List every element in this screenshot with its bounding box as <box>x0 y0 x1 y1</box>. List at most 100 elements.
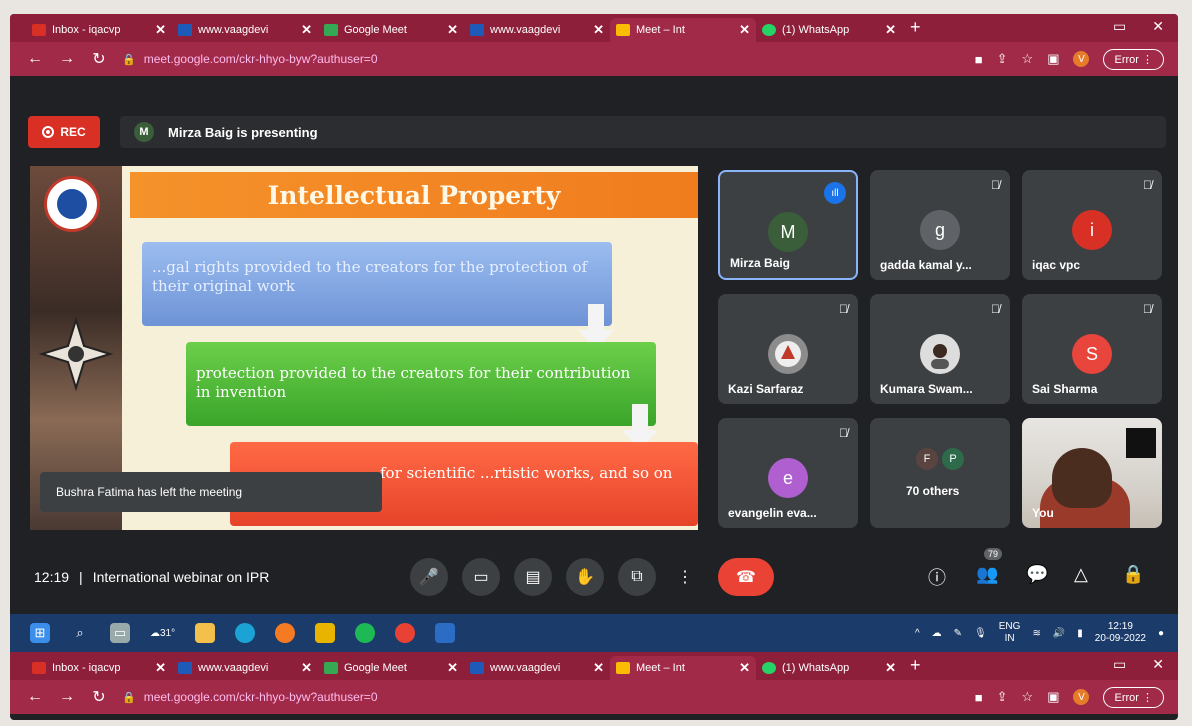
mic-off-icon: 🎙̸ <box>1143 178 1152 192</box>
profile-avatar[interactable]: V <box>1073 689 1090 705</box>
participant-avatar: g <box>920 210 960 250</box>
star-icon[interactable]: ☆ <box>1022 51 1034 67</box>
tab-vaagdevi-1[interactable]: www.vaagdevi ✕ <box>172 18 318 42</box>
back-icon[interactable]: ← <box>26 688 44 706</box>
notification-icon[interactable]: ● <box>1158 628 1164 639</box>
star-icon[interactable]: ☆ <box>1022 689 1034 705</box>
tab-whatsapp[interactable]: (1) WhatsApp ✕ <box>756 18 902 42</box>
tab-vaagdevi-1[interactable]: www.vaagdevi ✕ <box>172 656 318 680</box>
taskbar-clock[interactable]: 12:19 20-09-2022 <box>1095 621 1146 645</box>
participant-tile[interactable]: S 🎙̸ Sai Sharma <box>1022 294 1162 404</box>
close-icon[interactable]: ✕ <box>885 660 896 676</box>
close-icon[interactable]: ✕ <box>447 22 458 38</box>
tab-whatsapp[interactable]: (1) WhatsApp ✕ <box>756 656 902 680</box>
info-icon[interactable]: ⓘ <box>928 564 946 590</box>
close-icon[interactable]: ✕ <box>739 22 750 38</box>
wifi-icon[interactable]: ≋ <box>1032 628 1040 639</box>
close-window-icon[interactable]: ✕ <box>1152 656 1164 673</box>
sidebar-icon[interactable]: ▣ <box>1047 689 1059 705</box>
chrome-icon[interactable] <box>395 623 416 643</box>
participant-tile[interactable]: g 🎙̸ gadda kamal y... <box>870 170 1010 280</box>
participant-tile[interactable]: e 🎙̸ evangelin eva... <box>718 418 858 528</box>
slide-box-patent: protection provided to the creators for … <box>186 342 656 426</box>
leave-call-button[interactable]: ☎ <box>718 558 774 596</box>
camera-icon[interactable]: ■ <box>975 690 983 705</box>
self-view-tile[interactable]: You <box>1022 418 1162 528</box>
new-tab-button[interactable]: + <box>902 655 929 680</box>
app-icon[interactable] <box>435 623 456 643</box>
reload-icon[interactable]: ↻ <box>90 687 108 707</box>
tray-arrow-icon[interactable]: ^ <box>915 628 920 639</box>
slide-title: Intellectual Property <box>130 172 698 218</box>
tab-inbox[interactable]: Inbox - iqacvp ✕ <box>26 656 172 680</box>
windows-start-icon[interactable]: ⊞ <box>30 623 50 643</box>
tab-google-meet[interactable]: Google Meet ✕ <box>318 656 464 680</box>
error-button[interactable]: Error ⋮ <box>1103 48 1164 70</box>
close-icon[interactable]: ✕ <box>593 22 604 38</box>
error-button[interactable]: Error ⋮ <box>1103 686 1164 708</box>
tab-meet-active[interactable]: Meet – Int ✕ <box>610 18 756 42</box>
reload-icon[interactable]: ↻ <box>90 49 108 69</box>
close-icon[interactable]: ✕ <box>739 660 750 676</box>
tab-vaagdevi-2[interactable]: www.vaagdevi ✕ <box>464 656 610 680</box>
participant-tile[interactable]: i 🎙̸ iqac vpc <box>1022 170 1162 280</box>
url-field[interactable]: 🔒 meet.google.com/ckr-hhyo-byw?authuser=0 <box>122 690 902 704</box>
back-icon[interactable]: ← <box>26 50 44 68</box>
language-indicator[interactable]: ENG IN <box>999 621 1021 645</box>
raise-hand-button[interactable]: ✋ <box>566 558 604 596</box>
minimize-icon[interactable]: ▭ <box>1113 656 1126 673</box>
close-icon[interactable]: ✕ <box>301 660 312 676</box>
people-icon[interactable]: 👥 <box>976 564 998 585</box>
tab-meet-active[interactable]: Meet – Int ✕ <box>610 656 756 680</box>
pen-icon[interactable]: ✎ <box>954 628 962 639</box>
forward-icon[interactable]: → <box>58 688 76 706</box>
mic-tray-icon[interactable]: 🎙 <box>974 628 987 639</box>
sidebar-icon[interactable]: ▣ <box>1047 51 1059 67</box>
camera-button[interactable]: ▭ <box>462 558 500 596</box>
battery-icon[interactable]: ▮ <box>1077 628 1083 639</box>
tab-inbox[interactable]: Inbox - iqacvp ✕ <box>26 18 172 42</box>
meeting-time: 12:19 <box>34 569 70 585</box>
tab-google-meet[interactable]: Google Meet ✕ <box>318 18 464 42</box>
presenter-avatar: M <box>134 122 154 142</box>
present-button[interactable]: ⧉ <box>618 558 656 596</box>
close-icon[interactable]: ✕ <box>155 660 166 676</box>
minimize-icon[interactable]: ▭ <box>1113 18 1126 35</box>
mic-button[interactable]: 🎤 <box>410 558 448 596</box>
volume-icon[interactable]: 🔊 <box>1053 628 1065 639</box>
search-icon[interactable]: ⌕ <box>70 623 90 643</box>
close-window-icon[interactable]: ✕ <box>1152 18 1164 35</box>
cloud-icon[interactable]: ☁ <box>932 628 942 639</box>
edge-icon[interactable] <box>235 623 256 643</box>
captions-button[interactable]: ▤ <box>514 558 552 596</box>
close-icon[interactable]: ✕ <box>447 660 458 676</box>
profile-avatar[interactable]: V <box>1073 51 1090 67</box>
bottom-tab-strip: Inbox - iqacvp ✕ www.vaagdevi ✕ Google Mee… <box>10 652 1178 680</box>
folder-icon[interactable] <box>195 623 216 643</box>
tab-vaagdevi-2[interactable]: www.vaagdevi ✕ <box>464 18 610 42</box>
url-field[interactable]: 🔒 meet.google.com/ckr-hhyo-byw?authuser=0 <box>122 52 902 66</box>
close-icon[interactable]: ✕ <box>885 22 896 38</box>
weather-widget[interactable]: ☁ 31° <box>150 623 175 643</box>
spotify-icon[interactable] <box>355 623 376 643</box>
chat-icon[interactable]: 💬 <box>1026 564 1048 585</box>
recording-badge[interactable]: REC <box>28 116 100 148</box>
forward-icon[interactable]: → <box>58 50 76 68</box>
new-tab-button[interactable]: + <box>902 17 929 42</box>
participant-tile[interactable]: M ıll Mirza Baig <box>718 170 858 280</box>
store-icon[interactable] <box>315 623 336 643</box>
activities-icon[interactable]: △ <box>1074 564 1088 585</box>
share-icon[interactable]: ⇪ <box>997 51 1008 67</box>
more-options-button[interactable]: ⋮ <box>666 558 704 596</box>
close-icon[interactable]: ✕ <box>301 22 312 38</box>
firefox-icon[interactable] <box>275 623 296 643</box>
camera-icon[interactable]: ■ <box>975 52 983 67</box>
others-tile[interactable]: F P 70 others <box>870 418 1010 528</box>
close-icon[interactable]: ✕ <box>155 22 166 38</box>
share-icon[interactable]: ⇪ <box>997 689 1008 705</box>
host-controls-icon[interactable]: 🔒 <box>1122 564 1144 585</box>
task-view-icon[interactable]: ▭ <box>110 623 130 643</box>
participant-tile[interactable]: 🎙̸ Kumara Swam... <box>870 294 1010 404</box>
close-icon[interactable]: ✕ <box>593 660 604 676</box>
participant-tile[interactable]: 🎙̸ Kazi Sarfaraz <box>718 294 858 404</box>
